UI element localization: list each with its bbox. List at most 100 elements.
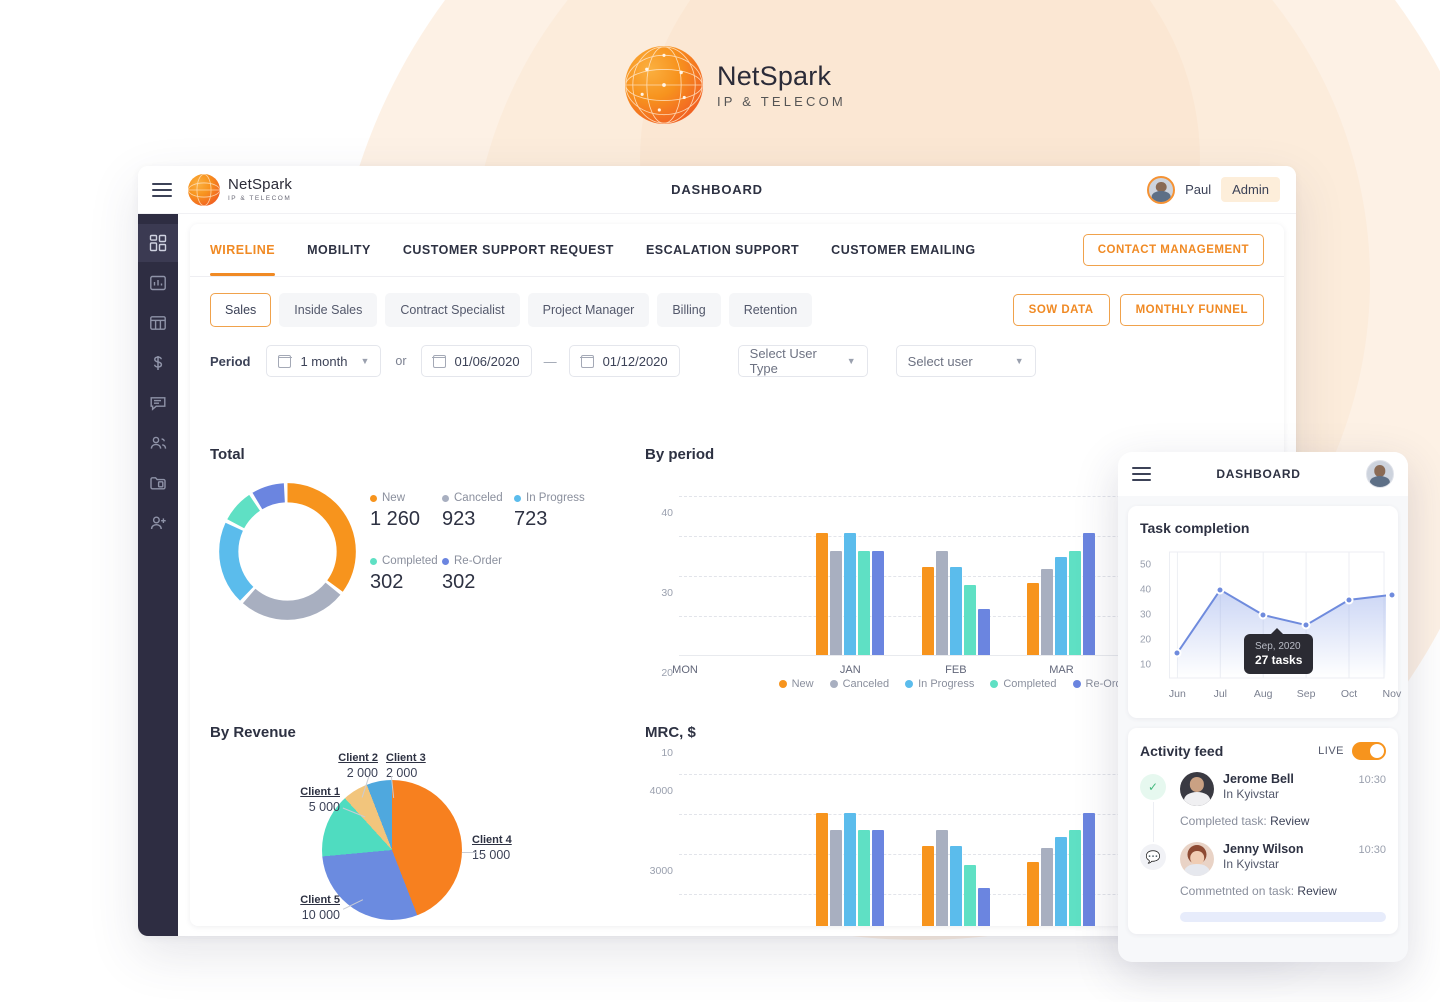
contact-management-button[interactable]: CONTACT MANAGEMENT: [1083, 234, 1264, 266]
tab-wireline[interactable]: WIRELINE: [210, 224, 275, 276]
x-axis-tick: Aug: [1254, 688, 1273, 700]
avatar: [1180, 772, 1214, 806]
bar-group: [922, 830, 990, 926]
legend-item-completed[interactable]: Completed: [990, 678, 1056, 690]
period-label: Period: [210, 354, 250, 369]
chip-inside-sales[interactable]: Inside Sales: [279, 293, 377, 327]
feed-user-name: Jerome Bell: [1223, 772, 1294, 786]
chevron-down-icon: ▼: [847, 356, 856, 366]
feed-action: Commetnted on task: Review: [1180, 884, 1386, 898]
legend-item-canceled[interactable]: Canceled: [830, 678, 889, 690]
comment-icon: 💬: [1140, 844, 1166, 870]
user-select-value: Select user: [908, 354, 973, 369]
data-point[interactable]: [1259, 611, 1268, 620]
sidebar-item-files[interactable]: [138, 464, 178, 502]
user-type-select[interactable]: Select User Type ▼: [738, 345, 868, 377]
pie-svg: [322, 780, 462, 920]
sidebar-item-dashboard[interactable]: [138, 224, 178, 262]
legend-item-in-progress[interactable]: In Progress: [905, 678, 974, 690]
sow-data-button[interactable]: SOW DATA: [1013, 294, 1110, 326]
legend-dot: [1073, 680, 1081, 688]
feed-user-name: Jenny Wilson: [1223, 842, 1303, 856]
chip-contract-specialist[interactable]: Contract Specialist: [385, 293, 519, 327]
bar-completed: [858, 830, 870, 926]
date-from-input[interactable]: 01/06/2020: [421, 345, 532, 377]
legend-dot: [990, 680, 998, 688]
bar-group: [816, 813, 884, 926]
tab-customer-support-request[interactable]: CUSTOMER SUPPORT REQUEST: [403, 224, 614, 276]
date-to-input[interactable]: 01/12/2020: [569, 345, 680, 377]
bar-canceled: [936, 830, 948, 926]
chip-project-manager[interactable]: Project Manager: [528, 293, 650, 327]
legend-dot: [830, 680, 838, 688]
sidebar-item-analytics[interactable]: [138, 264, 178, 302]
sidebar-item-tables[interactable]: [138, 304, 178, 342]
hamburger-icon[interactable]: [1132, 467, 1151, 481]
sidebar-item-billing[interactable]: [138, 344, 178, 382]
x-axis-tick: MON: [672, 664, 698, 676]
legend-label: Canceled: [454, 492, 503, 504]
data-point[interactable]: [1302, 621, 1311, 630]
legend-value: 923: [442, 508, 508, 531]
mobile-panel: DASHBOARD Task completion JunJulAugSepOc…: [1118, 452, 1408, 962]
legend-value: 302: [442, 571, 508, 594]
y-axis-tick: 4000: [650, 785, 673, 797]
legend-label: In Progress: [918, 678, 974, 690]
legend-value: 302: [370, 571, 436, 594]
period-duration-select[interactable]: 1 month ▼: [266, 345, 381, 377]
feed-action: Completed task: Review: [1180, 814, 1386, 828]
list-item[interactable]: ✓ Jerome Bell 10:30 In Kyivstar Complete…: [1140, 772, 1386, 828]
bar-new: [922, 567, 934, 655]
list-item[interactable]: 💬 Jenny Wilson 10:30 In Kyivstar Commetn…: [1140, 842, 1386, 898]
tab-escalation-support[interactable]: ESCALATION SUPPORT: [646, 224, 799, 276]
feed-action-prefix: Commetnted on task:: [1180, 884, 1294, 898]
x-axis-tick: Jun: [1169, 688, 1186, 700]
x-axis-tick: Oct: [1341, 688, 1357, 700]
sidebar-item-add-user[interactable]: [138, 504, 178, 542]
feed-org: In Kyivstar: [1223, 857, 1386, 871]
chip-billing[interactable]: Billing: [657, 293, 720, 327]
data-point[interactable]: [1387, 590, 1396, 599]
activity-feed-title: Activity feed: [1140, 743, 1223, 759]
tab-customer-emailing[interactable]: CUSTOMER EMAILING: [831, 224, 975, 276]
x-axis-tick: Jul: [1214, 688, 1227, 700]
y-axis-tick: 30: [1140, 610, 1151, 621]
bar-in-progress: [1055, 837, 1067, 926]
tab-mobility[interactable]: MOBILITY: [307, 224, 371, 276]
avatar[interactable]: [1366, 460, 1394, 488]
user-name: Paul: [1185, 182, 1211, 197]
legend-value: 1 260: [370, 508, 436, 531]
monthly-funnel-button[interactable]: MONTHLY FUNNEL: [1120, 294, 1264, 326]
user-select[interactable]: Select user ▼: [896, 345, 1036, 377]
y-axis-tick: 40: [661, 507, 673, 519]
mobile-topbar: DASHBOARD: [1118, 452, 1408, 496]
chip-sales[interactable]: Sales: [210, 293, 271, 327]
y-axis-tick: 3000: [650, 865, 673, 877]
data-point[interactable]: [1216, 585, 1225, 594]
x-axis-tick: MAR: [1049, 664, 1073, 676]
data-point[interactable]: [1173, 648, 1182, 657]
check-icon: ✓: [1140, 774, 1166, 800]
page-title: DASHBOARD: [138, 182, 1296, 197]
brand-tagline: IP & TELECOM: [717, 94, 846, 109]
total-card: Total New 1 260 Canceled 923: [210, 446, 630, 696]
sidebar-item-messages[interactable]: [138, 384, 178, 422]
legend-item-new[interactable]: New: [779, 678, 814, 690]
pie-label-client5: Client 510 000: [266, 894, 340, 922]
bar-completed: [858, 551, 870, 655]
data-point[interactable]: [1345, 595, 1354, 604]
live-toggle[interactable]: [1352, 742, 1386, 760]
legend-label: Completed: [382, 555, 438, 567]
avatar[interactable]: [1147, 176, 1175, 204]
user-area[interactable]: Paul Admin: [1147, 176, 1296, 204]
chip-retention[interactable]: Retention: [729, 293, 813, 327]
or-label: or: [395, 354, 406, 368]
mobile-page-title: DASHBOARD: [1151, 467, 1366, 481]
bar-new: [922, 846, 934, 926]
bar-completed: [964, 585, 976, 655]
sidebar-item-team[interactable]: [138, 424, 178, 462]
legend-item-new: New 1 260: [370, 492, 436, 531]
role-badge[interactable]: Admin: [1221, 177, 1280, 202]
bar-canceled: [830, 830, 842, 926]
user-type-value: Select User Type: [750, 346, 834, 376]
